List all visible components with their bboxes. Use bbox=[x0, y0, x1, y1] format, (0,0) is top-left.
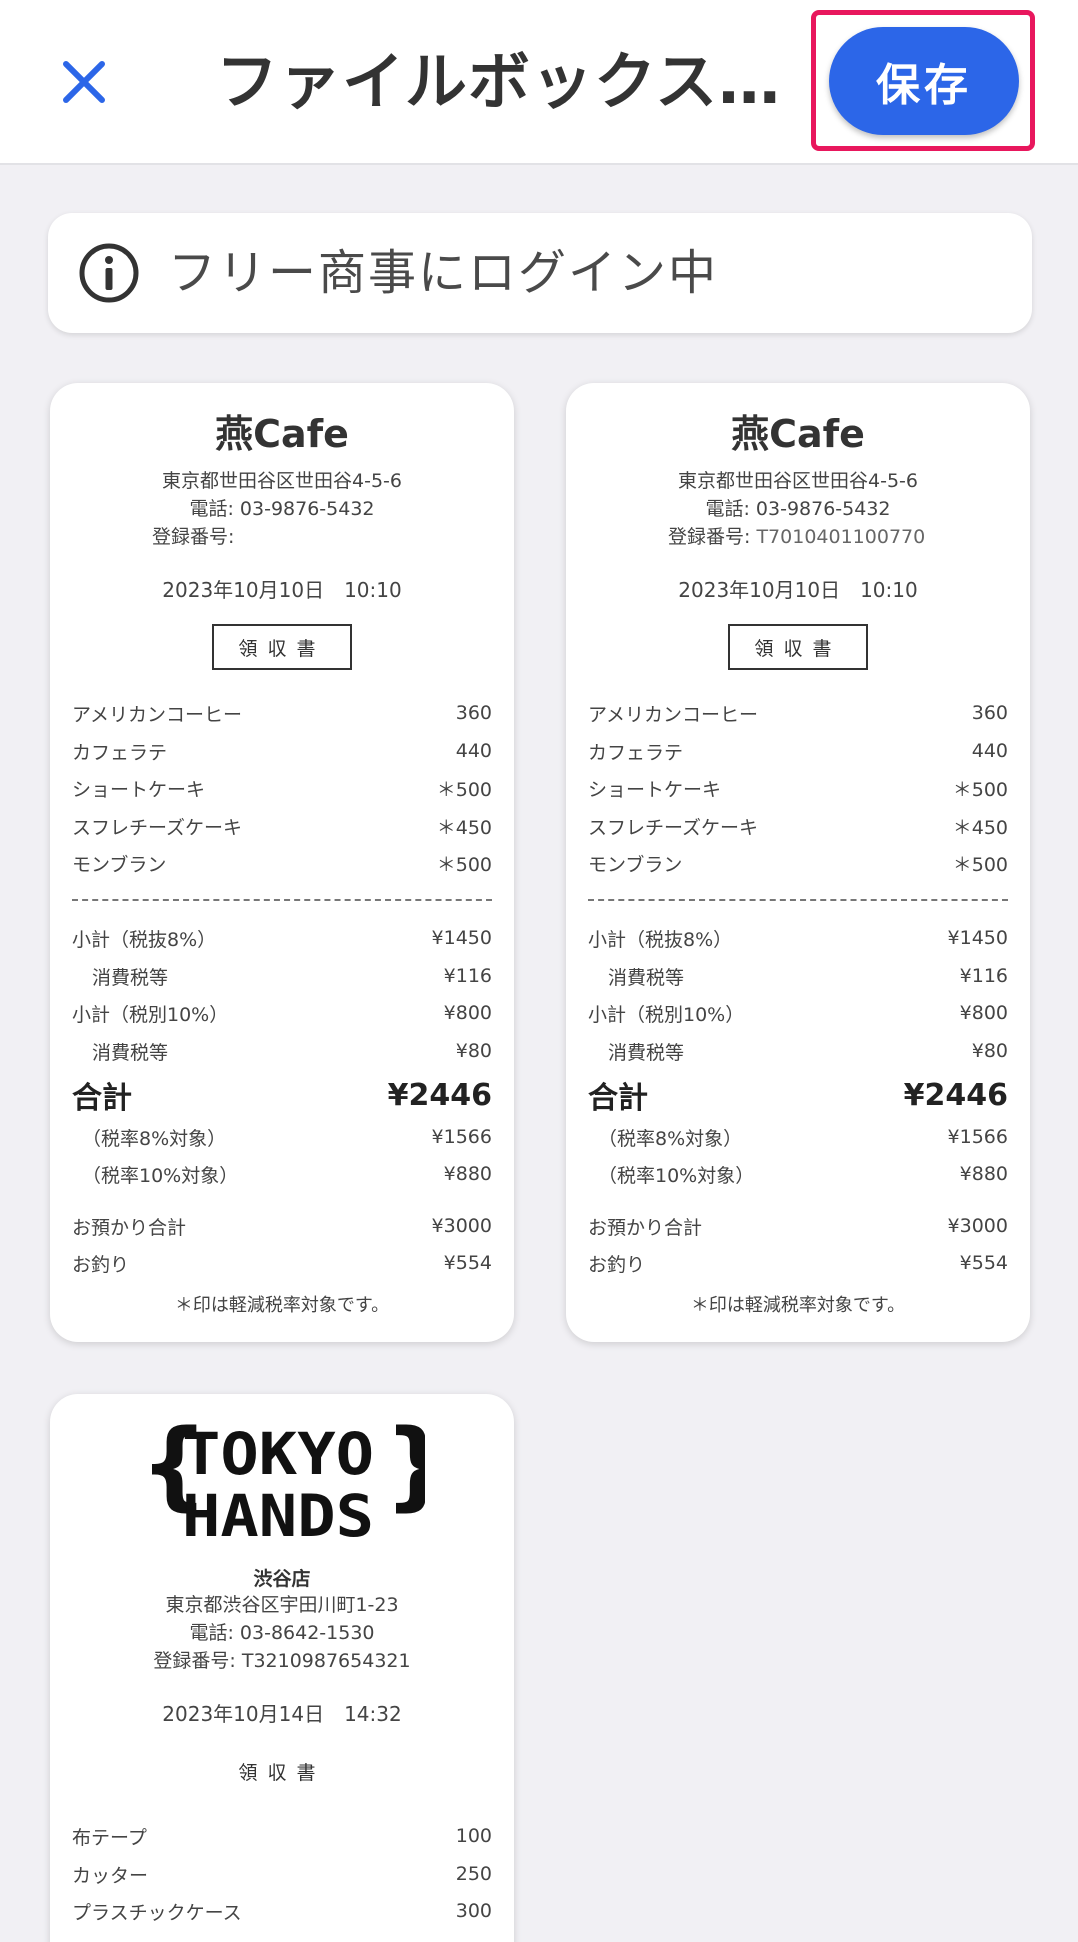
registration-number: 登録番号: T7010401100770 bbox=[668, 522, 925, 549]
line-item: ショートケーキ ＊500 bbox=[588, 778, 1008, 801]
change-row: お釣り ¥554 bbox=[72, 1252, 492, 1276]
total-row: 合計 ¥2446 bbox=[588, 1077, 1008, 1117]
shop-phone: 電話: 03-9876-5432 bbox=[705, 498, 891, 520]
receipt-doc-label: 領収書 bbox=[728, 624, 868, 670]
line-item: モンブラン ＊500 bbox=[72, 853, 492, 876]
receipt-datetime: 2023年10月14日 14:32 bbox=[162, 1702, 402, 1726]
svg-text:HANDS: HANDS bbox=[182, 1482, 374, 1546]
line-item: スフレチーズケーキ ＊450 bbox=[72, 816, 492, 839]
subtotal-row: 小計（税抜8%） ¥1450 bbox=[588, 927, 1008, 951]
info-icon bbox=[79, 243, 139, 303]
reduced-tax-note: ＊印は軽減税率対象です。 bbox=[690, 1295, 906, 1316]
line-item: プラスチックケース 300 bbox=[72, 1900, 492, 1924]
line-item: カッター 250 bbox=[72, 1863, 492, 1887]
shop-address: 東京都渋谷区宇田川町1-23 bbox=[165, 1594, 399, 1616]
registration-value: T7010401100770 bbox=[756, 526, 926, 548]
change-row: お釣り ¥554 bbox=[588, 1252, 1008, 1276]
receipt-datetime: 2023年10月10日 10:10 bbox=[162, 578, 402, 602]
tax-breakdown-row: （税率10%対象） ¥880 bbox=[598, 1163, 1008, 1187]
line-item: アメリカンコーヒー 360 bbox=[72, 702, 492, 726]
payment-row: お預かり合計 ¥3000 bbox=[72, 1215, 492, 1239]
receipt-datetime: 2023年10月10日 10:10 bbox=[678, 578, 918, 602]
receipt-card[interactable]: 燕Cafe 東京都世田谷区世田谷4-5-6 電話: 03-9876-5432 登… bbox=[50, 383, 514, 1342]
total-row: 合計 ¥2446 bbox=[72, 1077, 492, 1117]
registration-label: 登録番号: bbox=[152, 526, 235, 548]
receipt-card[interactable]: { TOKYO HANDS } 渋谷店 東京都渋谷区宇田川町1-23 電話: 0… bbox=[50, 1394, 514, 1942]
tokyo-hands-logo: { TOKYO HANDS } bbox=[140, 1414, 425, 1546]
page-title: ファイルボックスに… bbox=[216, 45, 816, 118]
registration-number: 登録番号: bbox=[152, 522, 234, 549]
tax-row: 消費税等 ¥116 bbox=[92, 965, 492, 989]
subtotal-row: 小計（税抜8%） ¥1450 bbox=[72, 927, 492, 951]
line-item: カフェラテ 440 bbox=[72, 740, 492, 764]
tax-row: 消費税等 ¥80 bbox=[608, 1040, 1008, 1064]
shop-address: 東京都世田谷区世田谷4-5-6 bbox=[678, 470, 918, 492]
dashed-divider bbox=[72, 899, 492, 901]
shop-name: 燕Cafe bbox=[215, 412, 349, 456]
line-item: モンブラン ＊500 bbox=[588, 853, 1008, 876]
payment-row: お預かり合計 ¥3000 bbox=[588, 1215, 1008, 1239]
reduced-tax-note: ＊印は軽減税率対象です。 bbox=[174, 1295, 390, 1316]
subtotal-row: 小計（税別10%） ¥800 bbox=[72, 1002, 492, 1026]
tax-breakdown-row: （税率8%対象） ¥1566 bbox=[82, 1126, 492, 1150]
tax-breakdown-row: （税率8%対象） ¥1566 bbox=[598, 1126, 1008, 1150]
line-item: スフレチーズケーキ ＊450 bbox=[588, 816, 1008, 839]
shop-phone: 電話: 03-8642-1530 bbox=[189, 1622, 375, 1644]
line-item: ショートケーキ ＊500 bbox=[72, 778, 492, 801]
save-button[interactable]: 保存 bbox=[829, 27, 1019, 135]
close-icon bbox=[63, 61, 105, 103]
line-item: カフェラテ 440 bbox=[588, 740, 1008, 764]
login-info-text: フリー商事にログイン中 bbox=[168, 245, 719, 301]
registration-label: 登録番号: bbox=[668, 526, 751, 548]
svg-text:TOKYO: TOKYO bbox=[182, 1420, 374, 1488]
close-button[interactable] bbox=[56, 54, 112, 110]
login-info-banner: フリー商事にログイン中 bbox=[48, 213, 1032, 333]
receipt-card[interactable]: 燕Cafe 東京都世田谷区世田谷4-5-6 電話: 03-9876-5432 登… bbox=[566, 383, 1030, 1342]
tax-row: 消費税等 ¥80 bbox=[92, 1040, 492, 1064]
app-header: ファイルボックスに… 保存 bbox=[0, 0, 1078, 165]
dashed-divider bbox=[588, 899, 1008, 901]
branch-name: 渋谷店 bbox=[253, 1568, 311, 1590]
line-item: 布テープ 100 bbox=[72, 1825, 492, 1849]
svg-text:}: } bbox=[384, 1414, 425, 1521]
shop-address: 東京都世田谷区世田谷4-5-6 bbox=[162, 470, 402, 492]
shop-phone: 電話: 03-9876-5432 bbox=[189, 498, 375, 520]
subtotal-row: 小計（税別10%） ¥800 bbox=[588, 1002, 1008, 1026]
tax-row: 消費税等 ¥116 bbox=[608, 965, 1008, 989]
shop-name: 燕Cafe bbox=[731, 412, 865, 456]
receipt-doc-label: 領収書 bbox=[212, 624, 352, 670]
receipt-doc-label: 領収書 bbox=[238, 1761, 326, 1784]
line-item: アメリカンコーヒー 360 bbox=[588, 702, 1008, 726]
registration-number: 登録番号: T3210987654321 bbox=[153, 1650, 411, 1672]
tax-breakdown-row: （税率10%対象） ¥880 bbox=[82, 1163, 492, 1187]
